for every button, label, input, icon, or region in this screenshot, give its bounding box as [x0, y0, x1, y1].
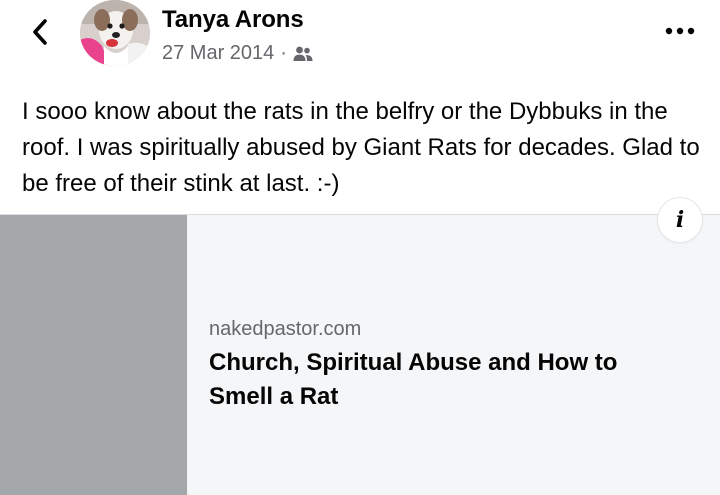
post-text: I sooo know about the rats in the belfry…: [22, 98, 700, 197]
dog-avatar-icon: [80, 0, 150, 66]
link-preview-card[interactable]: nakedpastor.com Church, Spiritual Abuse …: [0, 214, 720, 495]
avatar[interactable]: [80, 0, 150, 66]
post-date[interactable]: 27 Mar 2014: [162, 42, 274, 65]
meta-separator: ·: [280, 42, 287, 64]
link-details[interactable]: nakedpastor.com Church, Spiritual Abuse …: [188, 215, 720, 495]
link-thumbnail[interactable]: [0, 215, 187, 495]
post-page: Tanya Arons 27 Mar 2014 · I sooo know ab…: [0, 0, 720, 495]
chevron-left-icon: [33, 19, 47, 45]
back-button[interactable]: [24, 14, 56, 50]
link-domain: nakedpastor.com: [209, 318, 362, 340]
more-options-button[interactable]: [658, 18, 702, 44]
link-title[interactable]: Church, Spiritual Abuse and How to Smell…: [209, 346, 679, 414]
friends-icon: [293, 46, 313, 61]
more-horizontal-icon: [665, 27, 695, 35]
info-button[interactable]: i: [658, 198, 702, 242]
info-icon: i: [675, 207, 685, 233]
author-name[interactable]: Tanya Arons: [162, 6, 304, 34]
post-meta: 27 Mar 2014 ·: [162, 42, 313, 65]
